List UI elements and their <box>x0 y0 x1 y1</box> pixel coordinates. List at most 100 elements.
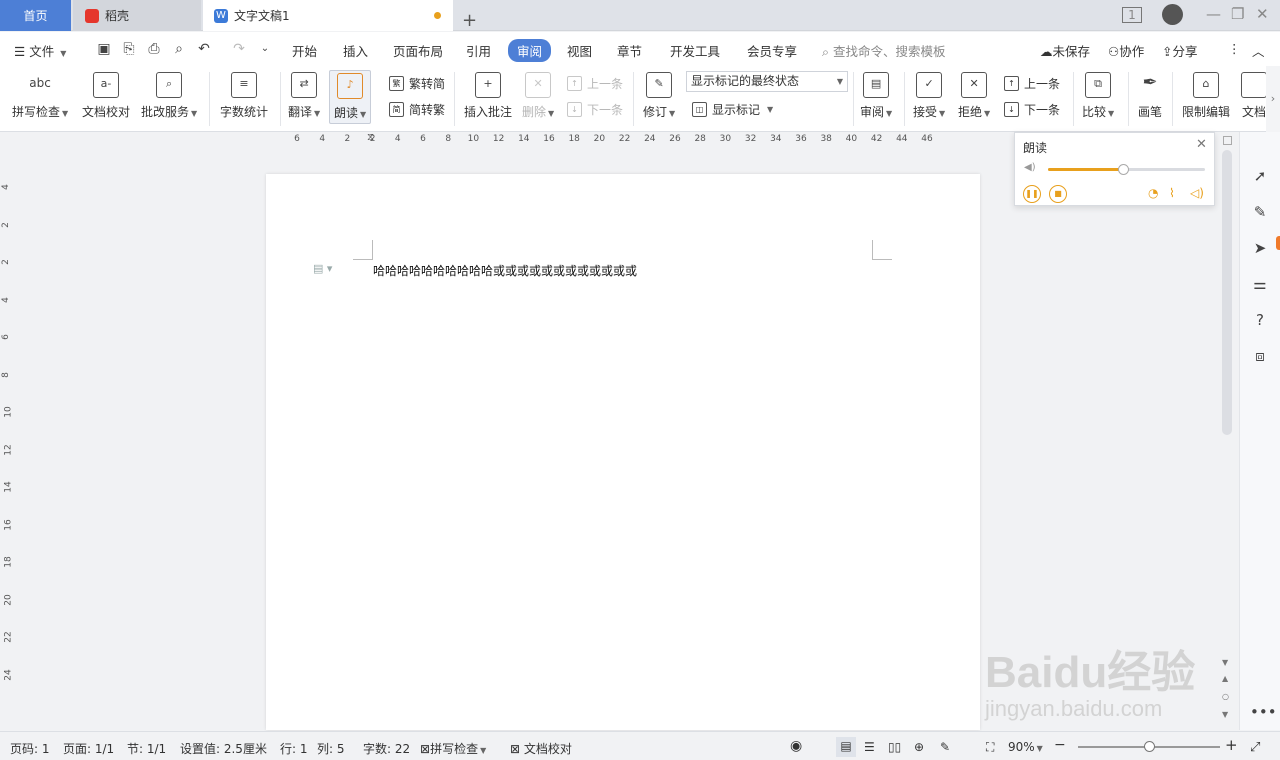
backup-icon[interactable]: ⧈ <box>1250 346 1270 366</box>
avatar[interactable] <box>1162 4 1183 25</box>
reject-button[interactable]: ✕ 拒绝 ▼ <box>958 72 990 120</box>
settings-sliders-icon[interactable]: ⚌ <box>1250 274 1270 294</box>
prev-change-button[interactable]: ↑ 上一条 <box>1004 75 1060 92</box>
menu-dev-tools[interactable]: 开发工具 <box>670 41 720 60</box>
share-button[interactable]: ⇪分享 <box>1162 41 1198 60</box>
status-section[interactable]: 节: 1/1 <box>127 740 166 757</box>
next-comment-button[interactable]: ↓ 下一条 <box>567 101 623 118</box>
zoom-out-button[interactable]: − <box>1054 737 1066 753</box>
speed-icon[interactable]: ◔ <box>1148 186 1158 200</box>
status-spellcheck[interactable]: ⊠拼写检查 ▼ <box>420 740 486 757</box>
volume-slider[interactable] <box>1048 164 1205 175</box>
page-view-icon[interactable]: ▤ <box>836 737 856 757</box>
translate-button[interactable]: ⇄ 翻译 ▼ <box>288 72 320 120</box>
file-menu[interactable]: ☰ 文件 ▼ <box>14 41 66 60</box>
zoom-slider[interactable] <box>1078 741 1220 752</box>
menu-page-layout[interactable]: 页面布局 <box>393 41 443 60</box>
close-icon[interactable]: ✕ <box>1196 137 1207 152</box>
print-preview-icon[interactable]: ⌕ <box>170 40 188 58</box>
status-pages[interactable]: 页面: 1/1 <box>63 740 114 757</box>
accept-button[interactable]: ✓ 接受 ▼ <box>913 72 945 120</box>
tab-docer[interactable]: 稻壳 <box>73 0 201 31</box>
status-word-count[interactable]: 字数: 22 <box>363 740 410 757</box>
tab-document[interactable]: W 文字文稿1 <box>203 0 453 31</box>
document-more-button[interactable]: 文档 <box>1241 72 1267 120</box>
restrict-edit-button[interactable]: ⌂ 限制编辑 <box>1182 72 1230 120</box>
undo-icon[interactable]: ↶ <box>195 40 213 58</box>
menu-view[interactable]: 视图 <box>567 41 592 60</box>
collab-button[interactable]: ⚇协作 <box>1108 41 1144 60</box>
reading-view-icon[interactable]: ▯▯ <box>888 740 901 754</box>
web-view-icon[interactable]: ⊕ <box>914 740 924 754</box>
vertical-ruler[interactable]: 4 2 2 4 6 8 10 12 14 16 18 20 22 24 <box>0 170 16 730</box>
paragraph-icon[interactable]: ▤ ▾ <box>313 262 332 275</box>
next-page-icon[interactable]: ▼ <box>1222 710 1228 719</box>
menu-insert[interactable]: 插入 <box>343 41 368 60</box>
eye-protection-icon[interactable]: ◉ <box>790 738 802 754</box>
fullscreen-icon[interactable]: ⤢ <box>1250 740 1260 755</box>
edit-icon[interactable]: ✎ <box>1250 202 1270 222</box>
menu-review[interactable]: 审阅 <box>508 39 552 62</box>
unsaved-status[interactable]: ☁未保存 <box>1040 41 1090 60</box>
show-markup-button[interactable]: ◫ 显示标记 ▼ <box>692 101 773 118</box>
restore-icon[interactable]: ❐ <box>1231 5 1244 23</box>
redo-icon[interactable]: ↷ <box>230 40 248 58</box>
review-service-button[interactable]: ⌕ 批改服务 ▼ <box>141 72 197 120</box>
status-proofread[interactable]: ⊠ 文档校对 <box>510 740 572 757</box>
tab-home[interactable]: 首页 <box>0 0 71 31</box>
zoom-knob[interactable] <box>1144 741 1155 752</box>
vertical-scrollbar[interactable]: ▼ ▲ ○ ▼ <box>1220 136 1234 730</box>
sound-settings-icon[interactable]: ◁) <box>1190 186 1204 200</box>
zoom-in-button[interactable]: + <box>1225 736 1238 754</box>
voice-icon[interactable]: ⌇ <box>1169 186 1175 200</box>
pause-button[interactable]: ❚❚ <box>1023 185 1041 203</box>
ink-button[interactable]: ✒ 画笔 <box>1137 72 1163 120</box>
indent-marker-icon[interactable]: ⧖ <box>367 132 374 143</box>
command-search[interactable]: ⌕ 查找命令、搜索模板 <box>822 41 946 60</box>
review-pane-button[interactable]: ▤ 审阅 ▼ <box>860 72 892 120</box>
volume-knob[interactable] <box>1118 164 1130 175</box>
scroll-down-icon[interactable]: ▼ <box>1222 658 1228 667</box>
print-icon[interactable]: ⎙ <box>145 40 163 58</box>
document-text[interactable]: 哈哈哈哈哈哈哈哈哈哈或或或或或或或或或或或或 <box>373 262 637 279</box>
stop-button[interactable]: ■ <box>1049 185 1067 203</box>
save-icon[interactable]: ▣ <box>95 40 113 58</box>
delete-comment-button[interactable]: ✕ 删除 ▼ <box>522 72 554 120</box>
markup-state-select[interactable]: 显示标记的最终状态 ▼ <box>686 71 848 92</box>
ribbon-scroll-right-icon[interactable]: › <box>1266 66 1280 132</box>
split-view-icon[interactable] <box>1223 136 1232 145</box>
status-row[interactable]: 行: 1 <box>280 740 308 757</box>
to-simplified-button[interactable]: 简简转繁 <box>389 101 445 118</box>
track-changes-button[interactable]: ✎ 修订 ▼ <box>643 72 675 120</box>
word-count-button[interactable]: ≡ 字数统计 <box>220 72 268 120</box>
notification-tab[interactable] <box>1276 236 1280 250</box>
document-page[interactable]: ▤ ▾ 哈哈哈哈哈哈哈哈哈哈或或或或或或或或或或或或 <box>266 174 980 730</box>
browse-object-icon[interactable]: ○ <box>1222 692 1229 701</box>
read-aloud-button[interactable]: ♪ 朗读 ▼ <box>329 70 372 124</box>
status-setting[interactable]: 设置值: 2.5厘米 <box>180 740 267 757</box>
next-change-button[interactable]: ↓ 下一条 <box>1004 101 1060 118</box>
rocket-icon[interactable]: ➚ <box>1250 166 1270 186</box>
collapse-ribbon-icon[interactable]: ︿ <box>1252 41 1265 60</box>
fit-page-icon[interactable]: ⛶ <box>986 740 994 755</box>
outline-view-icon[interactable]: ☰ <box>864 740 875 754</box>
status-page-number[interactable]: 页码: 1 <box>10 740 50 757</box>
minimize-icon[interactable]: — <box>1206 5 1221 23</box>
more-icon[interactable]: ••• <box>1250 702 1277 722</box>
to-traditional-button[interactable]: 繁繁转简 <box>389 75 445 92</box>
scrollbar-thumb[interactable] <box>1222 150 1232 435</box>
quick-access-more-icon[interactable]: ⌄ <box>256 40 274 58</box>
proofread-button[interactable]: a- 文档校对 <box>82 72 130 120</box>
write-view-icon[interactable]: ✎ <box>940 740 950 754</box>
close-icon[interactable]: ✕ <box>1256 5 1269 23</box>
zoom-level-select[interactable]: 90% ▼ <box>1008 740 1043 754</box>
menu-references[interactable]: 引用 <box>466 41 491 60</box>
prev-comment-button[interactable]: ↑ 上一条 <box>567 75 623 92</box>
prev-page-icon[interactable]: ▲ <box>1222 674 1228 683</box>
menu-start[interactable]: 开始 <box>292 41 317 60</box>
help-icon[interactable]: ? <box>1250 310 1270 330</box>
window-layout-icon[interactable]: 1 <box>1122 7 1142 23</box>
menu-member[interactable]: 会员专享 <box>747 41 797 60</box>
compare-button[interactable]: ⧉ 比较 ▼ <box>1082 72 1114 120</box>
menu-chapter[interactable]: 章节 <box>617 41 642 60</box>
